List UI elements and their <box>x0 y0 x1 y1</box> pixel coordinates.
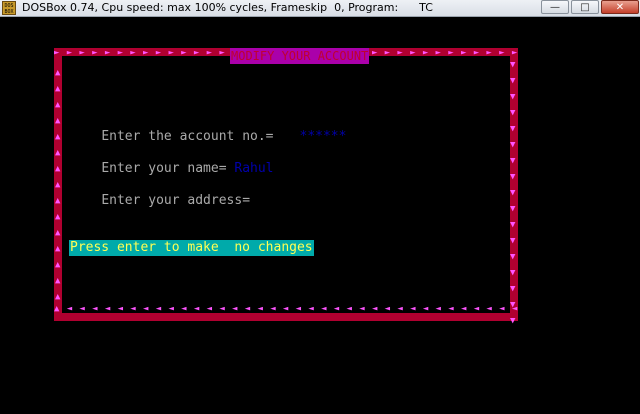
minimize-button[interactable]: — <box>541 0 569 14</box>
window-title: DOSBox 0.74, Cpu speed: max 100% cycles,… <box>22 1 433 14</box>
close-button[interactable]: ✕ <box>601 0 639 14</box>
account-input[interactable]: ****** <box>300 129 347 144</box>
border-arrows-bottom: ▲◄◄◄◄◄◄◄◄◄◄◄◄◄◄◄◄◄◄◄◄◄◄◄◄◄◄◄◄◄◄◄◄◄◄◄◄◄◄◄… <box>54 305 518 313</box>
name-label: Enter your name= <box>101 161 227 176</box>
dialog-title: MODIFY YOUR ACCOUNT <box>230 48 370 64</box>
border-arrows-left: ▲▲▲▲▲▲▲▲▲▲▲▲▲▲▲ <box>55 68 61 302</box>
window-title-bar[interactable]: DOS BOX DOSBox 0.74, Cpu speed: max 100%… <box>0 0 640 17</box>
address-row: Enter your address= <box>70 177 250 225</box>
dosbox-app-icon[interactable]: DOS BOX <box>2 1 16 15</box>
dos-screen[interactable]: ►►►►►►►►►►►►►►►►►►►►►►►►►►►►►►►►►►►►►►► … <box>0 17 640 414</box>
maximize-button[interactable]: □ <box>571 0 599 14</box>
account-label: Enter the account no.= <box>101 129 274 144</box>
address-label: Enter your address= <box>101 193 251 208</box>
border-arrows-right: ▼▼▼▼▼▼▼▼▼▼▼▼▼▼▼▼▼ <box>510 60 516 326</box>
no-changes-hint: Press enter to make no changes <box>69 240 314 256</box>
name-input[interactable]: Rahul <box>234 161 273 176</box>
